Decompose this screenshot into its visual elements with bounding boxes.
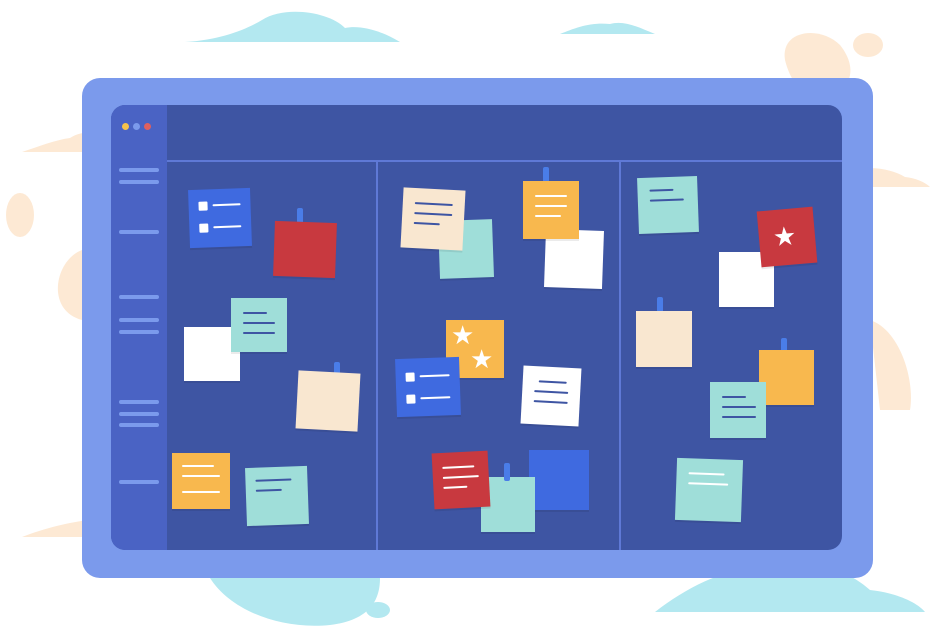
sidebar-item[interactable] — [119, 423, 159, 427]
column-divider — [376, 162, 378, 550]
sticky-note[interactable] — [273, 220, 337, 279]
cloud — [366, 602, 390, 618]
header-divider — [167, 160, 842, 162]
sticky-note-checklist[interactable] — [395, 356, 461, 418]
sticky-note[interactable] — [637, 175, 699, 235]
column-divider — [619, 162, 621, 550]
sidebar-item[interactable] — [119, 412, 159, 416]
star-icon: ★ — [470, 344, 494, 374]
window-dot-icon[interactable] — [133, 123, 140, 130]
cloud — [185, 11, 400, 42]
sidebar-item[interactable] — [119, 168, 159, 172]
cloud — [210, 578, 380, 626]
sticky-note[interactable] — [636, 311, 692, 367]
sidebar-item[interactable] — [119, 180, 159, 184]
sidebar-item[interactable] — [119, 480, 159, 484]
sticky-note[interactable]: ★ — [756, 206, 818, 268]
sticky-note[interactable] — [674, 457, 744, 523]
sticky-note[interactable] — [231, 298, 287, 352]
sticky-note[interactable] — [529, 450, 589, 510]
window-dot-icon[interactable] — [122, 123, 129, 130]
sidebar-item[interactable] — [119, 230, 159, 234]
star-icon: ★ — [771, 220, 798, 253]
sidebar-item[interactable] — [119, 295, 159, 299]
sidebar-item[interactable] — [119, 318, 159, 322]
kanban-board: ★ ★ ★ — [111, 105, 842, 550]
checkbox-icon — [198, 201, 208, 211]
sticky-note[interactable] — [172, 453, 230, 509]
pin-icon — [504, 463, 510, 481]
sidebar-item[interactable] — [119, 400, 159, 404]
peach-blob — [57, 250, 82, 320]
sidebar — [111, 105, 167, 550]
sticky-note[interactable] — [759, 350, 814, 405]
sticky-note[interactable] — [520, 365, 582, 427]
sticky-note[interactable] — [400, 187, 466, 251]
illustration: ★ ★ ★ — [0, 0, 931, 630]
checkbox-icon — [405, 372, 415, 382]
window-controls — [122, 123, 151, 130]
sticky-note[interactable] — [245, 465, 309, 527]
cloud — [560, 22, 655, 34]
checkbox-icon — [406, 394, 416, 404]
sticky-note[interactable] — [295, 370, 361, 432]
peach-blob — [853, 33, 883, 57]
sticky-note[interactable] — [523, 181, 579, 239]
sticky-note-checklist[interactable] — [188, 187, 252, 249]
sticky-note[interactable] — [431, 450, 491, 510]
sticky-note[interactable] — [710, 382, 766, 438]
checkbox-icon — [199, 223, 209, 233]
peach-blob — [870, 320, 911, 410]
sidebar-item[interactable] — [119, 330, 159, 334]
window-dot-icon[interactable] — [144, 123, 151, 130]
peach-blob — [6, 193, 34, 237]
